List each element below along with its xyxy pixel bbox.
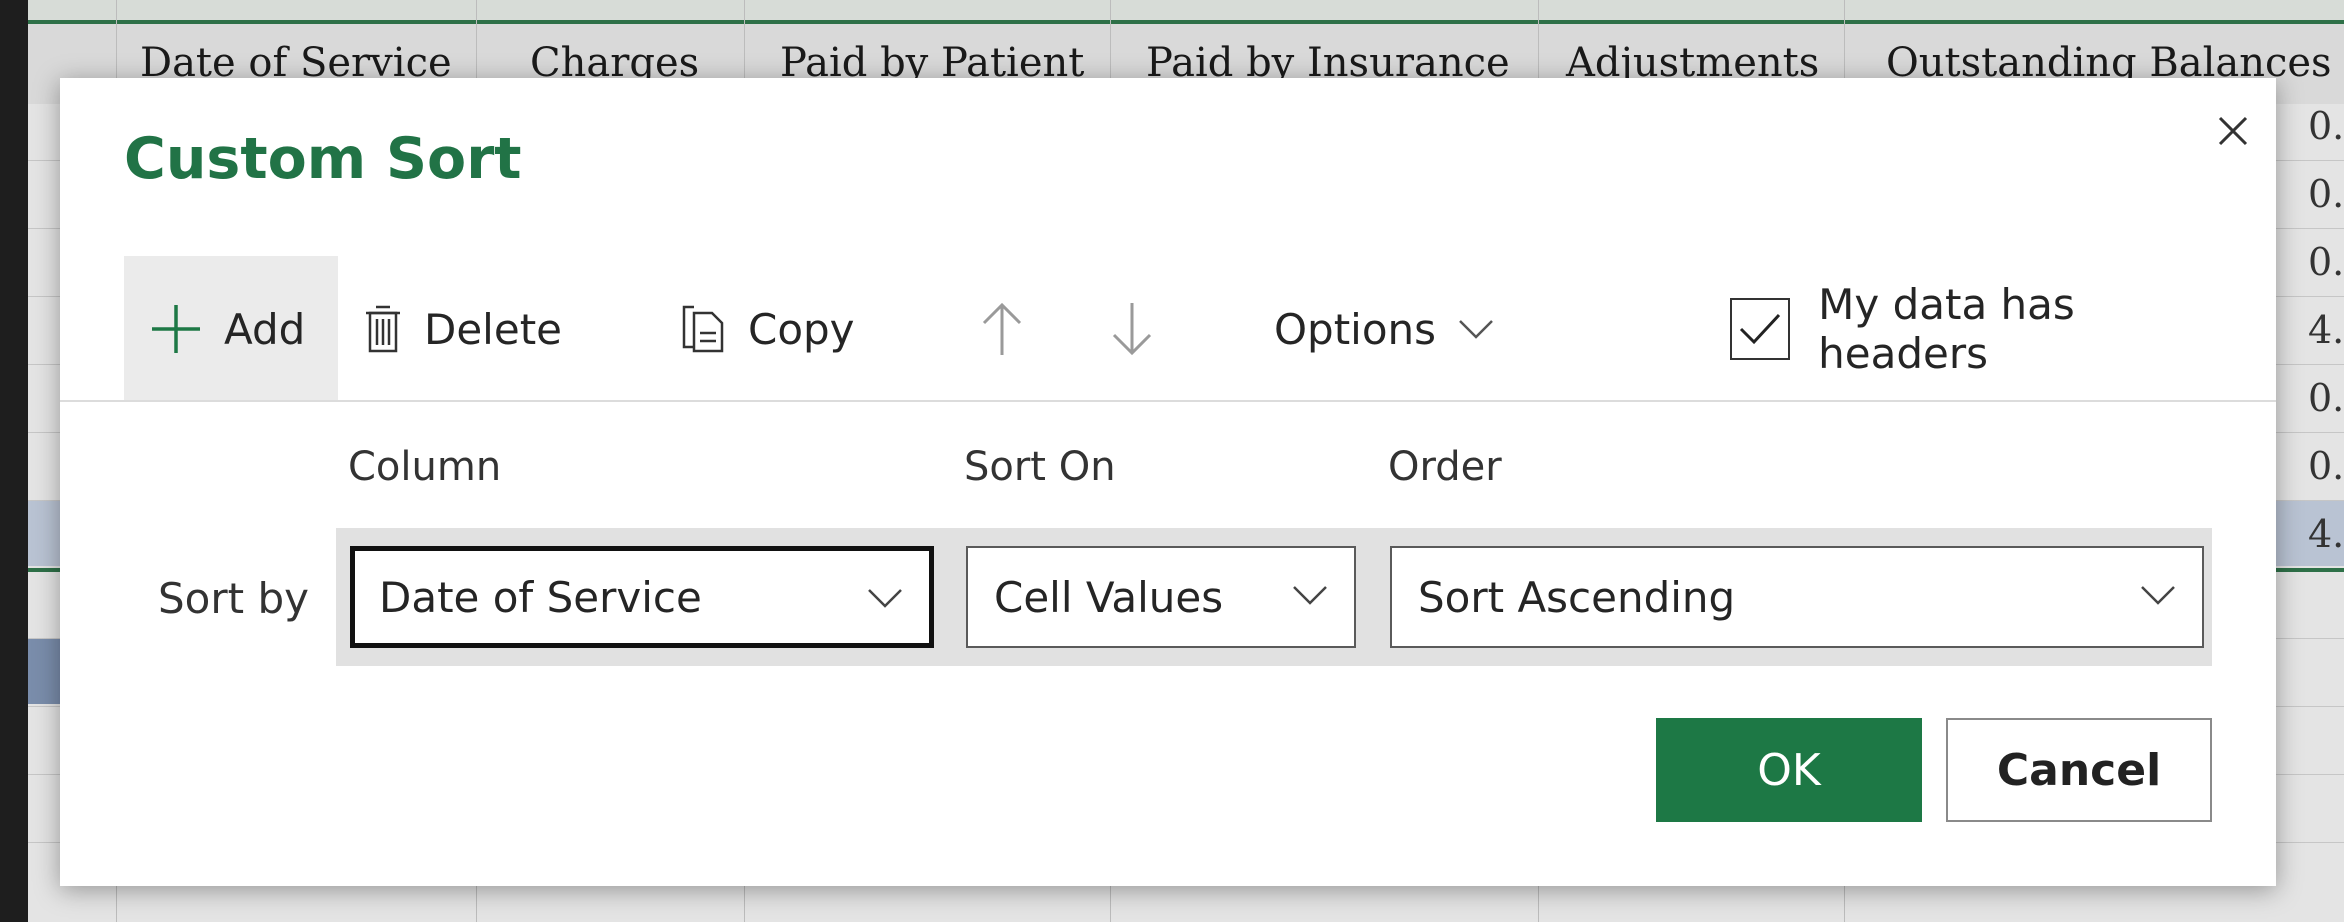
close-icon: [2218, 116, 2248, 146]
dialog-title: Custom Sort: [124, 126, 522, 192]
sheet-cell: 0.0(: [2308, 376, 2344, 420]
delete-label: Delete: [424, 304, 562, 354]
sheet-top-band: [28, 0, 2344, 24]
move-down-button[interactable]: [1104, 256, 1160, 402]
options-dropdown[interactable]: Options: [1274, 256, 1494, 402]
column-select-value: Date of Service: [379, 572, 702, 622]
sort-on-select-value: Cell Values: [994, 572, 1224, 622]
arrow-up-icon: [982, 302, 1022, 355]
sort-on-header: Sort On: [964, 444, 1116, 490]
ok-button[interactable]: OK: [1656, 718, 1922, 822]
sheet-cell: 0.0(: [2308, 172, 2344, 216]
sheet-cell: 4.0(: [2308, 308, 2344, 352]
copy-level-button[interactable]: Copy: [680, 256, 855, 402]
close-button[interactable]: [2206, 104, 2260, 158]
headers-label: My data has headers: [1818, 280, 2075, 378]
sheet-cell: 0.0(: [2308, 444, 2344, 488]
copy-label: Copy: [748, 304, 855, 354]
sheet-cell: 4.0(: [2308, 512, 2344, 556]
copy-icon: [682, 305, 724, 353]
toolbar-divider: [60, 400, 2276, 402]
headers-checkbox[interactable]: [1730, 298, 1791, 360]
add-level-button[interactable]: Add: [124, 256, 338, 402]
checkmark-icon: [1740, 313, 1781, 345]
delete-level-button[interactable]: Delete: [364, 256, 562, 402]
sheet-cell: 0.0(: [2308, 240, 2344, 284]
order-select-value: Sort Ascending: [1418, 572, 1736, 622]
sort-by-label: Sort by: [158, 574, 309, 623]
column-select[interactable]: Date of Service: [350, 546, 934, 648]
move-up-button[interactable]: [974, 256, 1030, 402]
chevron-down-icon: [1459, 320, 1493, 339]
cancel-button[interactable]: Cancel: [1946, 718, 2212, 822]
toolbar: Add Delete Copy Options My data has head…: [124, 256, 2244, 402]
custom-sort-dialog: Custom Sort Add Delete Copy Options My d…: [60, 78, 2276, 886]
column-header: Column: [348, 444, 502, 490]
sort-on-select[interactable]: Cell Values: [966, 546, 1356, 648]
arrow-down-icon: [1112, 303, 1152, 356]
trash-icon: [366, 305, 400, 353]
sheet-cell: 0.0(: [2308, 104, 2344, 148]
order-select[interactable]: Sort Ascending: [1390, 546, 2204, 648]
my-data-has-headers-toggle[interactable]: My data has headers: [1730, 256, 2244, 402]
order-header: Order: [1388, 444, 1502, 490]
plus-icon: [152, 305, 200, 353]
chevron-down-icon: [868, 589, 902, 608]
chevron-down-icon: [1293, 586, 1327, 605]
chevron-down-icon: [2141, 586, 2175, 605]
add-label: Add: [224, 304, 306, 354]
options-label: Options: [1274, 304, 1437, 354]
